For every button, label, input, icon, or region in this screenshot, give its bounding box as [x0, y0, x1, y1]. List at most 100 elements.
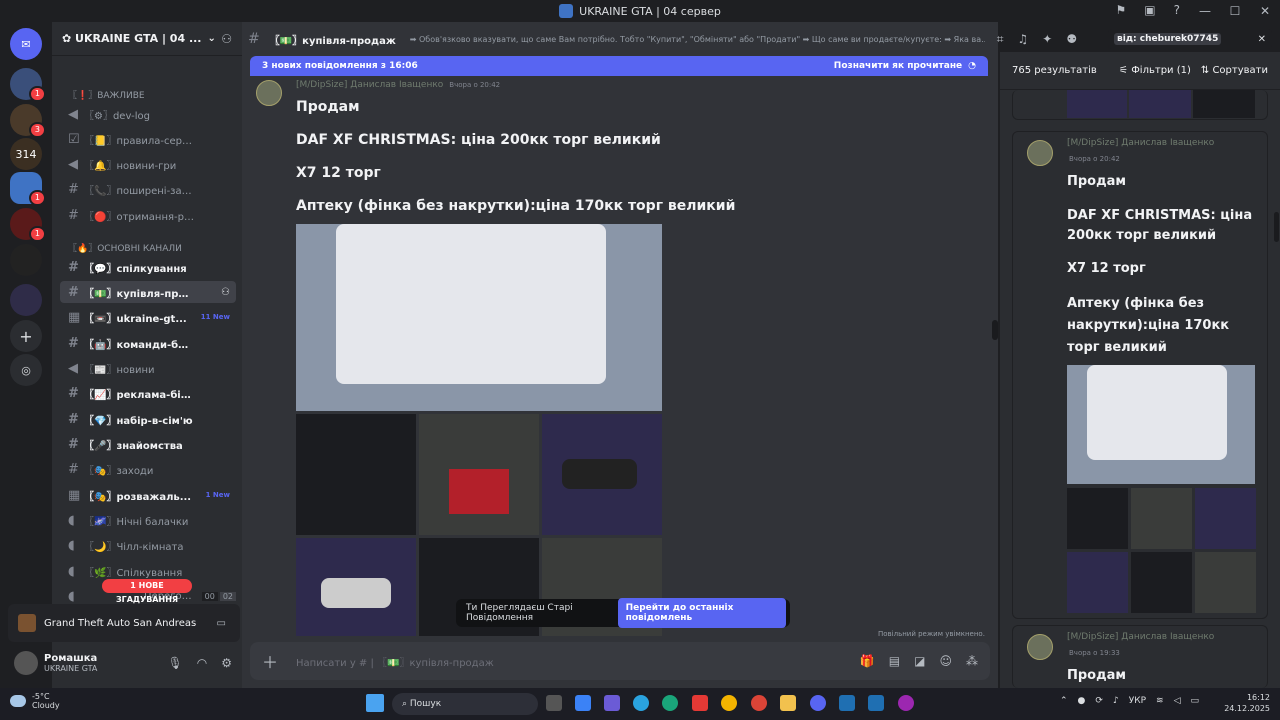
- result-thumb[interactable]: [1195, 552, 1256, 613]
- window-icon[interactable]: ▣: [1144, 3, 1155, 17]
- headphones-icon[interactable]: ◠: [197, 656, 207, 670]
- guild-icon-5[interactable]: 1: [10, 208, 46, 242]
- avatar[interactable]: [14, 651, 38, 675]
- tray-app-icon[interactable]: ●: [1078, 696, 1086, 706]
- game-icon[interactable]: [868, 695, 884, 711]
- message-input[interactable]: ＋ Написати у # | 〖💵〗купівля-продаж 🎁 ▤ ◪…: [250, 642, 990, 680]
- settings-gear-icon[interactable]: ⚙: [221, 656, 232, 670]
- category-main[interactable]: 〖🔥〗ОСНОВНІ КАНАЛИ: [68, 241, 182, 254]
- clock[interactable]: 16:12 24.12.2025: [1224, 692, 1270, 714]
- sort-button[interactable]: ⇅ Сортувати: [1201, 65, 1268, 76]
- telegram-icon[interactable]: [633, 695, 649, 711]
- screen-share-icon[interactable]: ▭: [217, 618, 226, 629]
- battery-icon[interactable]: ▭: [1190, 696, 1199, 706]
- attach-plus-icon[interactable]: ＋: [262, 649, 278, 673]
- channel-events[interactable]: # 〖🎭〗заходи: [60, 458, 236, 480]
- result-card[interactable]: [M/DipSize] Данислав Іващенко Вчора о 19…: [1012, 625, 1268, 688]
- gift-icon[interactable]: 🎁: [860, 654, 875, 668]
- channel-entertainment[interactable]: ▦ 〖🎭〗розважаль... 1 New: [60, 484, 236, 506]
- gif-icon[interactable]: ▤: [889, 654, 900, 668]
- discord-taskbar-icon[interactable]: [810, 695, 826, 711]
- pin-icon[interactable]: ✦: [1042, 32, 1052, 47]
- channel-roles[interactable]: #〖🔴〗отримання-ролей: [60, 204, 236, 226]
- invite-icon[interactable]: ⚇: [221, 32, 232, 46]
- mark-read-button[interactable]: Позначити як прочитане: [834, 61, 962, 71]
- inbox-icon[interactable]: ⚑: [1116, 3, 1127, 17]
- app-icon[interactable]: [898, 695, 914, 711]
- tray-app-icon[interactable]: ⟳: [1095, 696, 1103, 706]
- map-image[interactable]: [296, 224, 662, 411]
- emoji-icon[interactable]: ☺: [939, 654, 952, 668]
- message-avatar[interactable]: [256, 80, 282, 106]
- guild-icon-314[interactable]: 314: [10, 138, 42, 170]
- sticker-icon[interactable]: ◪: [914, 654, 925, 668]
- result-author[interactable]: [M/DipSize] Данислав Іващенко: [1067, 632, 1214, 642]
- guild-icon-1[interactable]: 1: [10, 68, 46, 102]
- channel-dev-log[interactable]: ◀ 〖⚙〗dev-log: [60, 103, 236, 125]
- maximize-button[interactable]: ☐: [1220, 4, 1250, 18]
- channel-news[interactable]: ◀ 〖📰〗новини: [60, 357, 236, 379]
- category-important[interactable]: 〖❗〗ВАЖЛИВЕ: [68, 88, 145, 101]
- windows-start-icon[interactable]: [366, 694, 384, 712]
- discover-icon[interactable]: ◎: [10, 354, 42, 386]
- channel-rules[interactable]: ☑〖📒〗правила-серверу: [60, 128, 236, 150]
- guild-icon-2[interactable]: 3: [10, 104, 46, 138]
- car-image[interactable]: [542, 414, 662, 535]
- clear-search-icon[interactable]: ✕: [1258, 34, 1266, 45]
- guild-icon-6[interactable]: [10, 244, 42, 276]
- guild-folder-icon[interactable]: [10, 284, 42, 316]
- channel-dating[interactable]: # 〖🎤〗знайомства: [60, 433, 236, 455]
- server-header[interactable]: ✿ UKRAINE GTA | 04 ... ⌄ ⚇: [52, 22, 242, 56]
- add-server-icon[interactable]: +: [10, 320, 42, 352]
- microphone-icon[interactable]: 🎙: [168, 656, 183, 670]
- wps-icon[interactable]: [692, 695, 708, 711]
- result-avatar[interactable]: [1027, 634, 1053, 660]
- minimize-button[interactable]: —: [1190, 4, 1220, 18]
- members-icon[interactable]: ⚉: [1066, 32, 1077, 47]
- new-messages-bar[interactable]: 3 нових повідомлення з 16:06 Позначити я…: [250, 56, 988, 76]
- jump-to-present-button[interactable]: Перейти до останніх повідомлень: [617, 598, 786, 628]
- channel-trade[interactable]: # 〖💵〗купівля-прод... ⚇: [60, 281, 236, 303]
- result-thumb[interactable]: [1067, 552, 1128, 613]
- help-icon[interactable]: ?: [1174, 3, 1180, 17]
- threads-icon[interactable]: ⌗: [997, 32, 1004, 47]
- channel-faq[interactable]: #〖📞〗поширені-запит...: [60, 178, 236, 200]
- channel-ukraine-gta-forum[interactable]: ▦ 〖📼〗ukraine-gt... 11 New: [60, 306, 236, 328]
- result-avatar[interactable]: [1027, 140, 1053, 166]
- edge-icon[interactable]: [662, 695, 678, 711]
- channel-topic[interactable]: ➡ Обов'язково вказувати, що саме Вам пот…: [410, 35, 985, 44]
- truck-image[interactable]: [419, 414, 539, 535]
- volume-icon[interactable]: ◁: [1174, 696, 1181, 706]
- result-thumb[interactable]: [1131, 552, 1192, 613]
- search-input[interactable]: від: cheburek07745 ✕: [1108, 29, 1272, 49]
- mute-icon[interactable]: ♫: [1018, 32, 1029, 47]
- new-mention-pill[interactable]: 1 НОВЕ ЗГАДУВАННЯ: [102, 579, 192, 604]
- todo-icon[interactable]: [575, 695, 591, 711]
- channel-chat[interactable]: # 〖💬〗спілкування: [60, 256, 236, 278]
- task-view-icon[interactable]: [546, 695, 562, 711]
- result-map-image[interactable]: [1067, 365, 1255, 484]
- voice-chill-room[interactable]: ◖ 〖🌙〗Чілл-кімната: [60, 534, 236, 556]
- chrome-icon[interactable]: [751, 695, 767, 711]
- results-scrollbar[interactable]: [1274, 212, 1279, 242]
- message-author[interactable]: [M/DipSize] Данислав Іващенко Вчора о 20:…: [296, 80, 500, 90]
- car-image[interactable]: [296, 538, 416, 636]
- apps-icon[interactable]: ⁂: [966, 654, 978, 668]
- channel-bot-commands[interactable]: # 〖🤖〗команди-бота: [60, 332, 236, 354]
- activity-panel[interactable]: Grand Theft Auto San Andreas ▭: [8, 604, 240, 642]
- channel-game-news[interactable]: ◀ 〖🔔〗новини-гри: [60, 153, 236, 175]
- channel-family-recruit[interactable]: # 〖💎〗набір-в-сім'ю: [60, 408, 236, 430]
- channel-business-ads[interactable]: #〖📈〗реклама-бізнесу: [60, 382, 236, 404]
- result-author[interactable]: [M/DipSize] Данислав Іващенко: [1067, 138, 1214, 148]
- chevron-up-icon[interactable]: ⌃: [1060, 696, 1068, 706]
- add-member-icon[interactable]: ⚇: [221, 287, 230, 298]
- screenshot-image[interactable]: [296, 414, 416, 535]
- language-indicator[interactable]: УКР: [1129, 696, 1146, 706]
- result-card-previous[interactable]: [1012, 90, 1268, 120]
- wifi-icon[interactable]: ≋: [1156, 696, 1164, 706]
- taskbar-search[interactable]: ⌕ Пошук: [392, 693, 538, 715]
- discord-home-icon[interactable]: ✉: [10, 28, 42, 60]
- result-card[interactable]: [M/DipSize] Данислав Іващенко Вчора о 20…: [1012, 131, 1268, 619]
- close-button[interactable]: ✕: [1250, 4, 1280, 18]
- filters-button[interactable]: ⚟ Фільтри (1): [1119, 65, 1191, 76]
